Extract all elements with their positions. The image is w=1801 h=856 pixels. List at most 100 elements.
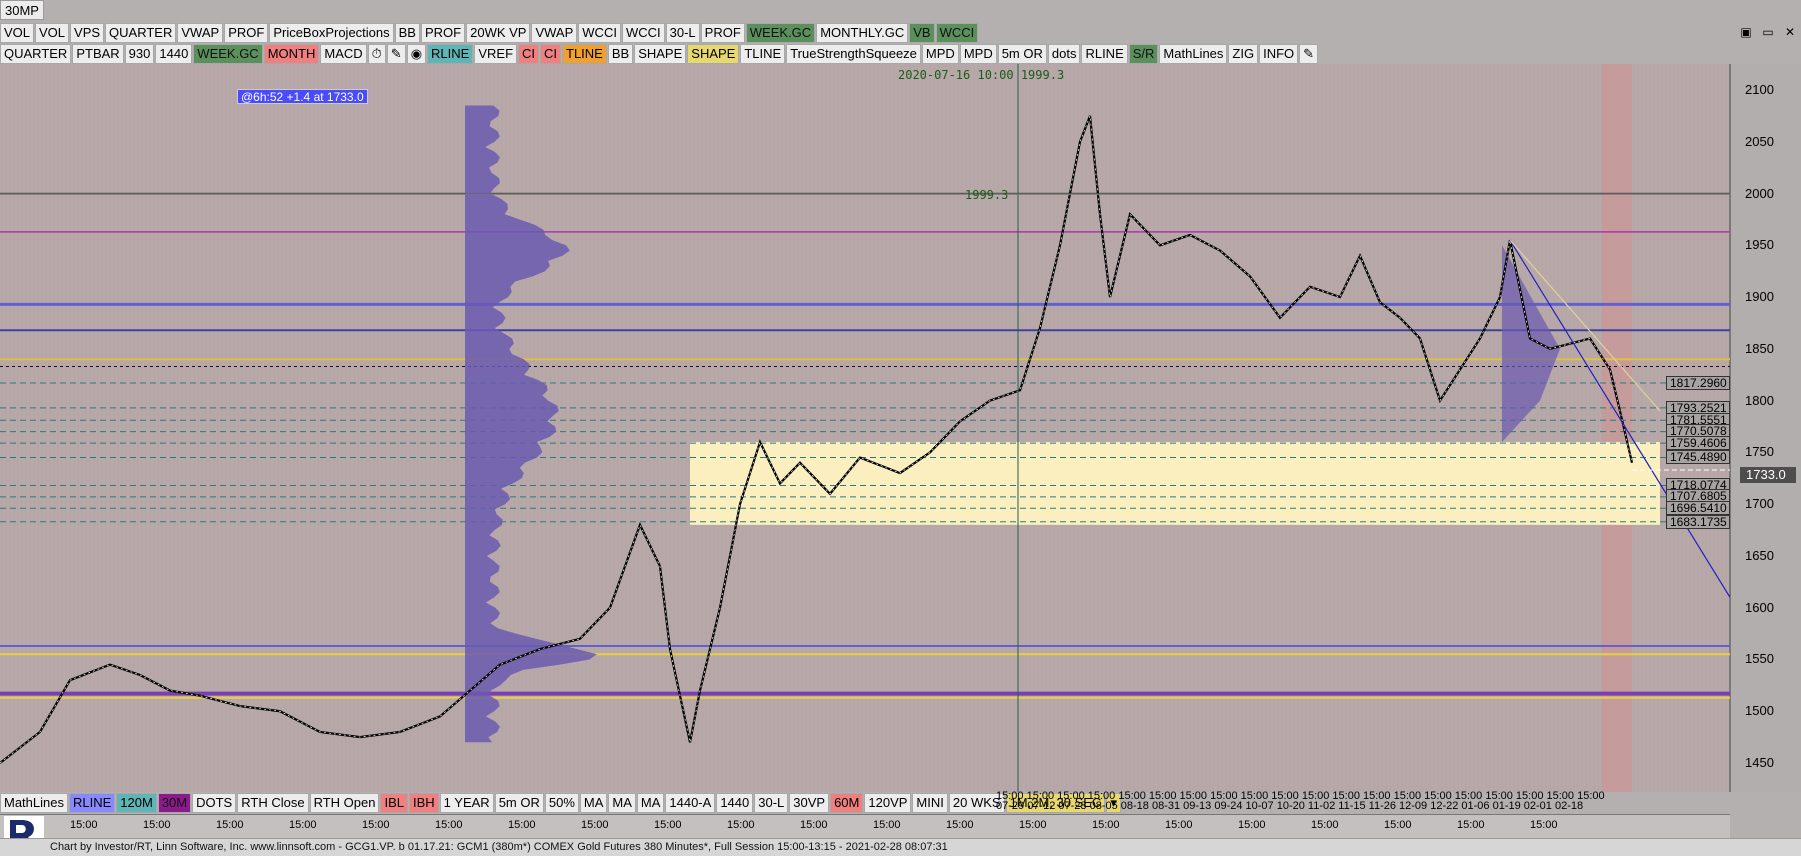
tool-button-18[interactable]: TLINE (740, 44, 786, 64)
top-button-17[interactable]: VB (909, 23, 935, 43)
tool-button-16[interactable]: SHAPE (634, 44, 687, 64)
top-button-2[interactable]: VPS (70, 23, 105, 43)
last-price-marker: 1733.0 (1740, 467, 1796, 483)
tool-button-0[interactable]: QUARTER (0, 44, 72, 64)
tool-button-6[interactable]: MACD (320, 44, 367, 64)
price-axis-label: 2000 (1745, 185, 1774, 201)
top-button-11[interactable]: WCCI (578, 23, 621, 43)
time-tick: 15:00 (1457, 819, 1485, 831)
bottom-button-5[interactable]: RTH Close (237, 793, 309, 813)
top-button-18[interactable]: WCCI (935, 23, 979, 43)
top-button-15[interactable]: WEEK.GC (745, 23, 816, 43)
time-tick: 15:00 (1530, 819, 1558, 831)
tool-button-8[interactable]: ✎ (386, 44, 406, 64)
tool-button-12[interactable]: CI (518, 44, 540, 64)
bottom-button-2[interactable]: 120M (116, 793, 157, 813)
tool-button-11[interactable]: VREF (474, 44, 518, 64)
tool-button-23[interactable]: dots (1047, 44, 1081, 64)
window-title-tab[interactable]: 30MP (0, 0, 44, 20)
cursor-time-readout: 2020-07-16 10:00 1999.3 (898, 68, 1065, 82)
top-button-12[interactable]: WCCI (621, 23, 665, 43)
bottom-button-6[interactable]: RTH Open (309, 793, 380, 813)
date-strip: 15:00 15:00 15:00 15:00 15:00 15:00 15:0… (996, 790, 1605, 812)
bottom-button-1[interactable]: RLINE (68, 793, 116, 813)
bottom-button-15[interactable]: 1440-A (665, 793, 716, 813)
top-button-5[interactable]: PROF (224, 23, 269, 43)
bottom-button-4[interactable]: DOTS (192, 793, 237, 813)
bottom-button-21[interactable]: MINI (912, 793, 948, 813)
bottom-button-11[interactable]: 50% (544, 793, 579, 813)
time-axis: 15:00 15:00 15:00 15:00 15:00 15:00 15:00 15:00… (0, 814, 1730, 838)
bottom-button-8[interactable]: IBH (409, 793, 439, 813)
bottom-button-12[interactable]: MA (579, 793, 608, 813)
tool-button-28[interactable]: INFO (1259, 44, 1299, 64)
bottom-button-18[interactable]: 30VP (789, 793, 830, 813)
bottom-button-17[interactable]: 30-L (754, 793, 789, 813)
tool-button-1[interactable]: PTBAR (72, 44, 124, 64)
bottom-button-3[interactable]: 30M (157, 793, 192, 813)
tool-button-26[interactable]: MathLines (1159, 44, 1228, 64)
time-tick: 15:00 (1019, 819, 1047, 831)
tool-button-22[interactable]: 5m OR (997, 44, 1047, 64)
time-tick: 15:00 (143, 819, 171, 831)
top-button-8[interactable]: PROF (420, 23, 466, 43)
tool-button-5[interactable]: MONTH (263, 44, 320, 64)
bottom-button-19[interactable]: 60M (830, 793, 864, 813)
tool-button-24[interactable]: RLINE (1081, 44, 1128, 64)
bottom-button-14[interactable]: MA (636, 793, 665, 813)
time-tick: 15:00 (289, 819, 317, 831)
bottom-button-10[interactable]: 5m OR (494, 793, 544, 813)
top-button-6[interactable]: PriceBoxProjections (269, 23, 394, 43)
price-axis-label: 1700 (1745, 496, 1774, 512)
time-tick: 15:00 (946, 819, 974, 831)
tool-button-9[interactable]: ◉ (406, 44, 427, 64)
top-button-16[interactable]: MONTHLY.GC (816, 23, 909, 43)
cursor-annotation: @6h:52 +1.4 at 1733.0 (237, 89, 368, 104)
time-tick: 15:00 (873, 819, 901, 831)
level-label: 1817.2960 (1666, 375, 1730, 390)
price-axis-label: 1750 (1745, 444, 1774, 460)
tool-button-4[interactable]: WEEK.GC (193, 44, 263, 64)
top-button-4[interactable]: VWAP (177, 23, 224, 43)
top-button-0[interactable]: VOL (0, 23, 35, 43)
bottom-button-16[interactable]: 1440 (716, 793, 754, 813)
bottom-button-0[interactable]: MathLines (0, 793, 68, 813)
value-area-box (690, 442, 1660, 525)
top-button-1[interactable]: VOL (35, 23, 70, 43)
top-button-9[interactable]: 20WK VP (466, 23, 531, 43)
top-button-7[interactable]: BB (394, 23, 420, 43)
time-tick: 15:00 (362, 819, 390, 831)
top-button-3[interactable]: QUARTER (105, 23, 177, 43)
price-chart[interactable] (0, 64, 1801, 792)
tool-button-3[interactable]: 1440 (155, 44, 193, 64)
bottom-button-7[interactable]: IBL (380, 793, 408, 813)
tool-button-19[interactable]: TrueStrengthSqueeze (786, 44, 921, 64)
tool-button-15[interactable]: BB (607, 44, 634, 64)
tool-button-25[interactable]: S/R (1128, 44, 1159, 64)
tool-button-14[interactable]: TLINE (562, 44, 607, 64)
level-label: 1759.4606 (1666, 435, 1730, 450)
top-button-13[interactable]: 30-L (665, 23, 700, 43)
tool-button-13[interactable]: CI (540, 44, 562, 64)
tool-button-20[interactable]: MPD (921, 44, 959, 64)
tool-button-29[interactable]: ✎ (1299, 44, 1319, 64)
time-tick: 15:00 (1165, 819, 1193, 831)
top-button-14[interactable]: PROF (700, 23, 745, 43)
tool-button-17[interactable]: SHAPE (687, 44, 740, 64)
tool-button-2[interactable]: 930 (124, 44, 155, 64)
bottom-button-13[interactable]: MA (608, 793, 636, 813)
restore-icon[interactable]: ▣ (1735, 22, 1757, 42)
tool-button-10[interactable]: RLINE (427, 44, 474, 64)
price-axis-label: 1650 (1745, 547, 1774, 563)
time-tick: 15:00 (581, 819, 609, 831)
bottom-button-20[interactable]: 120VP (864, 793, 912, 813)
tool-button-7[interactable]: ⏱ (367, 44, 386, 64)
top-button-10[interactable]: VWAP (531, 23, 578, 43)
close-icon[interactable]: ✕ (1779, 22, 1801, 42)
bottom-button-9[interactable]: 1 YEAR (439, 793, 494, 813)
tool-button-27[interactable]: ZIG (1228, 44, 1259, 64)
time-tick: 15:00 (1238, 819, 1266, 831)
maximize-icon[interactable]: ▭ (1757, 22, 1779, 42)
tool-button-21[interactable]: MPD (959, 44, 997, 64)
price-axis-label: 1600 (1745, 599, 1774, 615)
